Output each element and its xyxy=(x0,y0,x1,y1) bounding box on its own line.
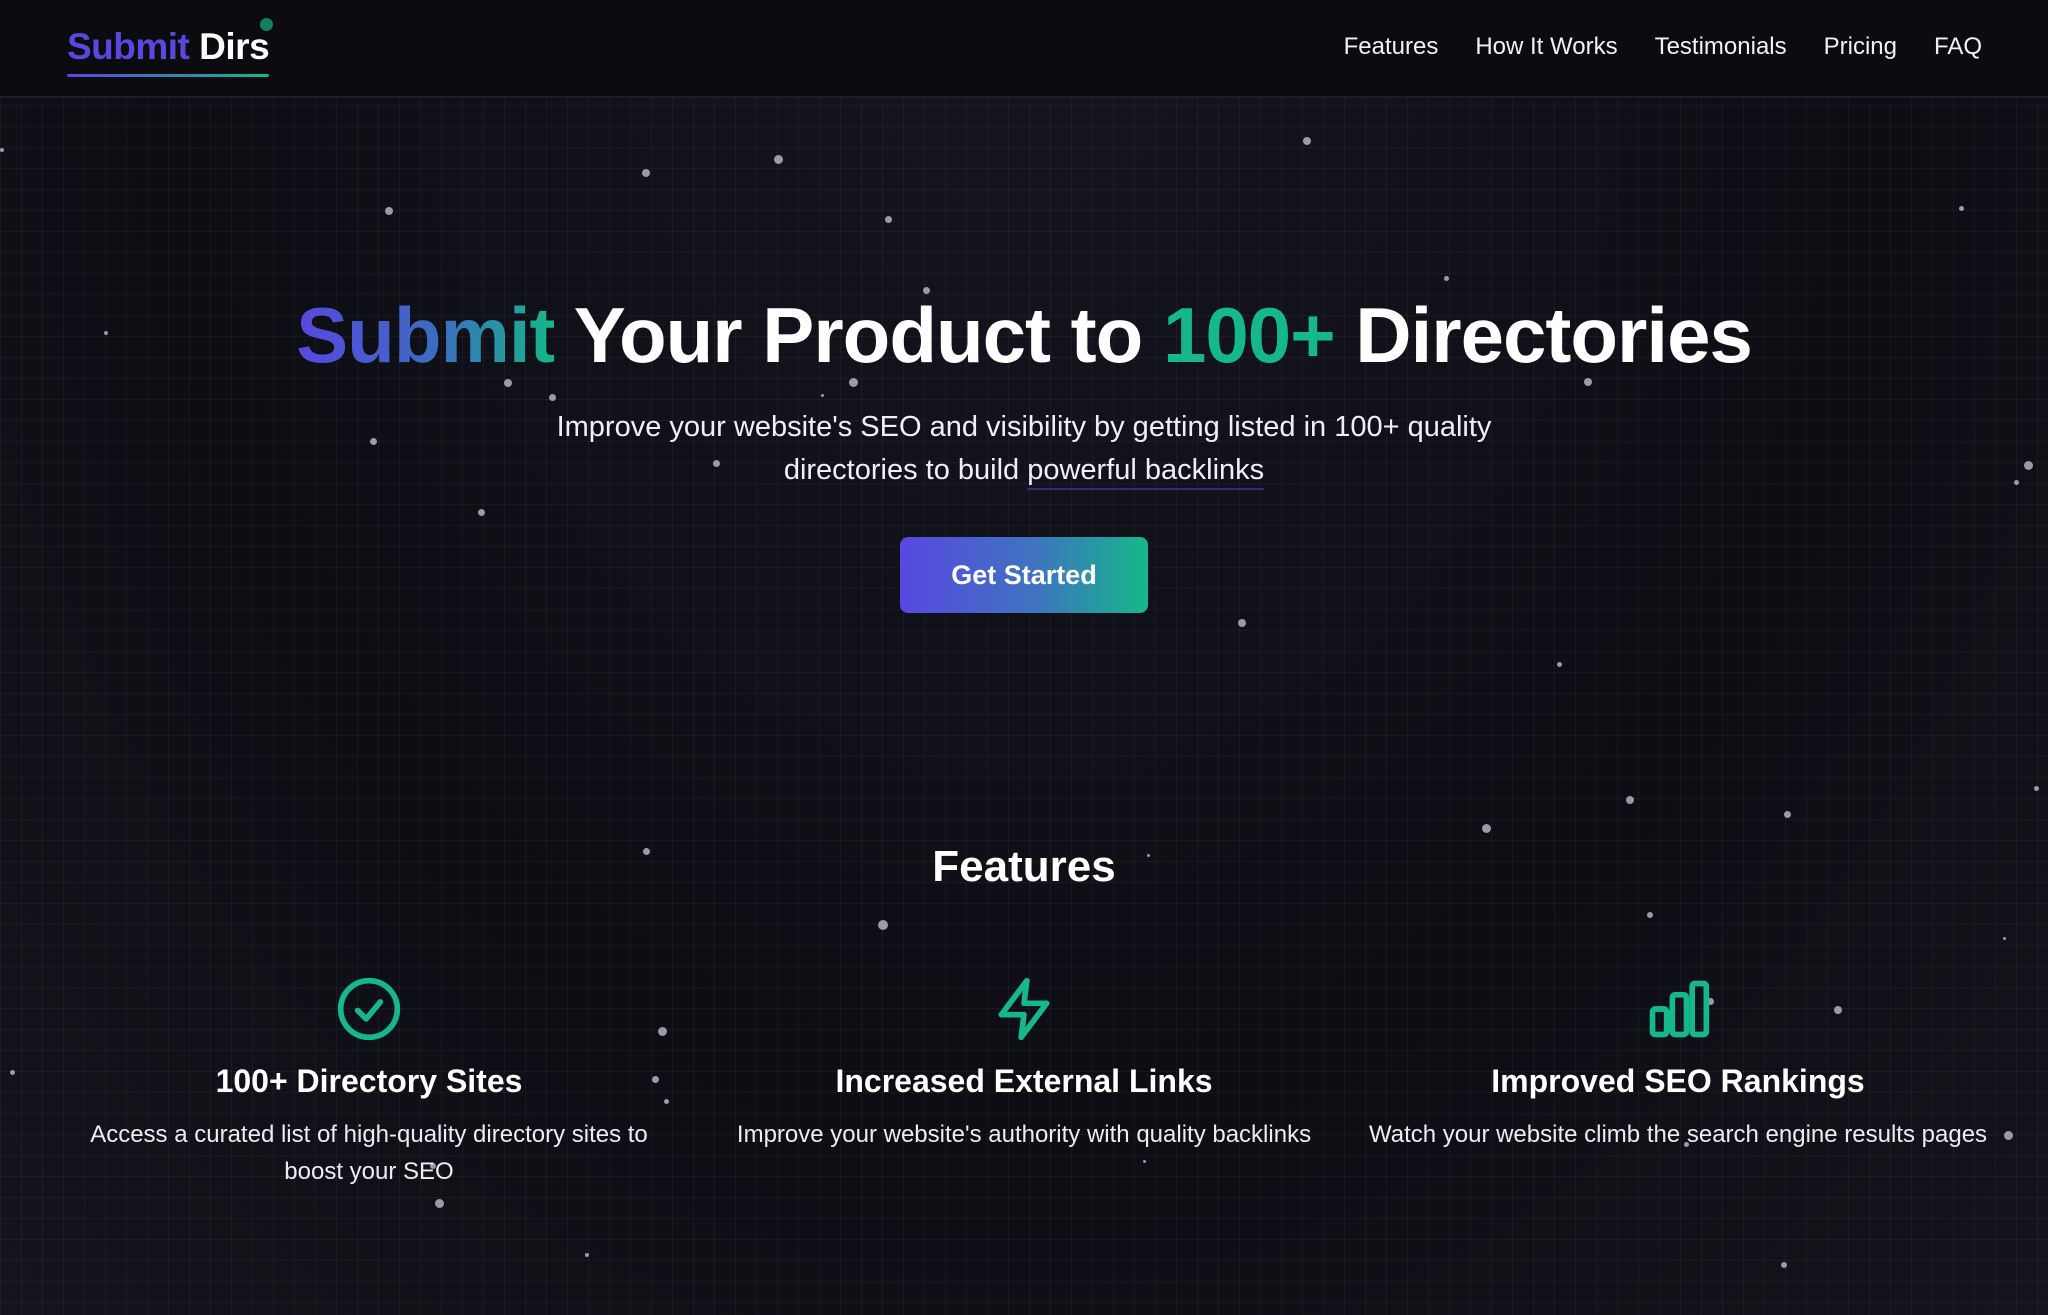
check-circle-icon xyxy=(337,977,401,1041)
lightning-bolt-icon xyxy=(998,977,1050,1041)
main-nav: Features How It Works Testimonials Prici… xyxy=(1344,33,1982,61)
logo-text-submit: Submit xyxy=(67,26,190,67)
hero-title-submit: Submit xyxy=(296,291,555,379)
feature-title: Improved SEO Rankings xyxy=(1491,1063,1865,1099)
hero-title-count: 100+ xyxy=(1162,291,1336,379)
logo-underline xyxy=(67,74,270,77)
nav-link-how-it-works[interactable]: How It Works xyxy=(1475,33,1617,61)
hero-title: Submit Your Product to 100+ Directories xyxy=(0,290,2048,381)
hero-title-middle: Your Product to xyxy=(554,291,1163,379)
feature-card-seo-rankings: Improved SEO Rankings Watch your website… xyxy=(1368,975,1988,1153)
feature-description: Watch your website climb the search engi… xyxy=(1368,1121,1988,1148)
feature-description: Access a curated list of high-quality di… xyxy=(90,1121,648,1185)
hero-title-end: Directories xyxy=(1334,291,1753,379)
feature-title: 100+ Directory Sites xyxy=(215,1063,523,1099)
feature-card-external-links: Increased External Links Improve your we… xyxy=(714,975,1334,1153)
logo[interactable]: Submit Dirs xyxy=(67,18,274,77)
hero-subtitle: Improve your website's SEO and visibilit… xyxy=(524,406,1524,492)
bar-chart-icon xyxy=(1649,980,1710,1038)
get-started-button[interactable]: Get Started xyxy=(900,537,1148,613)
page: Submit Dirs Features How It Works Testim… xyxy=(0,0,2048,1315)
site-header: Submit Dirs Features How It Works Testim… xyxy=(0,0,2048,98)
feature-title: Increased External Links xyxy=(835,1063,1213,1099)
feature-description: Improve your website's authority with qu… xyxy=(736,1121,1312,1148)
nav-link-pricing[interactable]: Pricing xyxy=(1824,33,1897,61)
logo-dot-icon xyxy=(260,18,274,31)
nav-link-features[interactable]: Features xyxy=(1344,33,1439,61)
hero-subtitle-highlight: powerful backlinks xyxy=(1027,454,1265,490)
hero-subtitle-line1: Improve your website's SEO and visibilit… xyxy=(556,411,1492,443)
hero-subtitle-line2: directories to build xyxy=(783,454,1028,486)
nav-link-faq[interactable]: FAQ xyxy=(1934,33,1982,61)
logo-text-dirs: Dirs xyxy=(199,26,270,67)
nav-link-testimonials[interactable]: Testimonials xyxy=(1655,33,1787,61)
feature-card-directory-sites: 100+ Directory Sites Access a curated li… xyxy=(59,975,679,1190)
features-heading: Features xyxy=(932,842,1116,891)
